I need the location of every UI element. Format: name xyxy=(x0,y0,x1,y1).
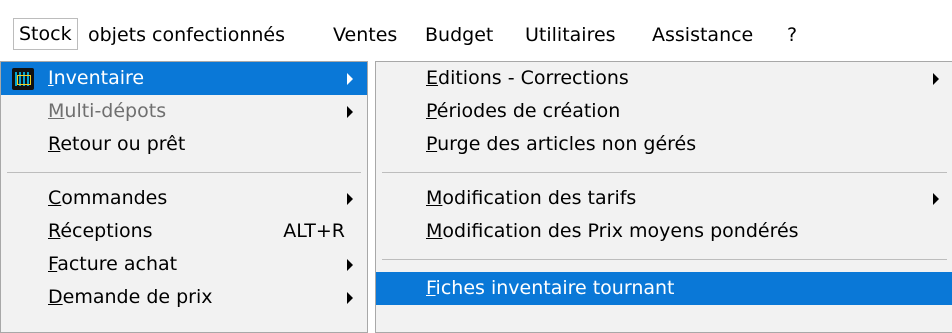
submenu-arrow-icon xyxy=(347,106,353,118)
menu-help[interactable]: ? xyxy=(787,20,797,50)
menu-item-label: Inventaire xyxy=(48,67,145,89)
menu-utilitaires[interactable]: Utilitaires xyxy=(525,20,616,50)
submenu-arrow-icon xyxy=(347,193,353,205)
menu-item-editions-corrections[interactable]: Editions - Corrections xyxy=(376,62,952,95)
submenu-arrow-icon xyxy=(347,259,353,271)
menu-item-label: Demande de prix xyxy=(48,286,213,308)
menu-item-label: Facture achat xyxy=(48,253,178,275)
inventaire-submenu: Editions - Corrections Périodes de créat… xyxy=(375,61,952,333)
menu-item-inventaire[interactable]: Inventaire xyxy=(1,62,367,95)
menu-bar: Stock objets confectionnés Ventes Budget… xyxy=(0,0,952,60)
menu-item-label: Fiches inventaire tournant xyxy=(426,277,675,299)
menu-item-label: Multi-dépots xyxy=(48,100,167,122)
menu-budget[interactable]: Budget xyxy=(425,20,493,50)
menu-item-fiches-inventaire-tournant[interactable]: Fiches inventaire tournant xyxy=(376,272,952,305)
menu-item-demande-de-prix[interactable]: Demande de prix xyxy=(1,281,367,314)
menu-stock[interactable]: Stock xyxy=(13,18,78,50)
menu-item-label: Purge des articles non gérés xyxy=(426,133,697,155)
menu-item-label: Retour ou prêt xyxy=(48,133,186,155)
submenu-arrow-icon xyxy=(933,193,939,205)
submenu-arrow-icon xyxy=(347,73,353,85)
menu-item-receptions[interactable]: Réceptions ALT+R xyxy=(1,215,367,248)
submenu-arrow-icon xyxy=(347,292,353,304)
menu-ventes[interactable]: Ventes xyxy=(333,20,397,50)
menu-item-label: Commandes xyxy=(48,187,168,209)
menu-item-purge-articles[interactable]: Purge des articles non gérés xyxy=(376,128,952,161)
shortcut-label: ALT+R xyxy=(283,220,345,242)
menu-objets-confectionnes[interactable]: objets confectionnés xyxy=(88,20,285,50)
menu-item-facture-achat[interactable]: Facture achat xyxy=(1,248,367,281)
menu-item-multi-depots[interactable]: Multi-dépots xyxy=(1,95,367,128)
menu-separator xyxy=(7,172,361,173)
menu-item-commandes[interactable]: Commandes xyxy=(1,182,367,215)
menu-assistance[interactable]: Assistance xyxy=(652,20,753,50)
stock-dropdown-menu: Inventaire Multi-dépots Retour ou prêt C… xyxy=(0,61,368,333)
menu-item-label: Editions - Corrections xyxy=(426,67,629,89)
menu-item-label: Modification des Prix moyens pondérés xyxy=(426,220,799,242)
app-icon xyxy=(12,68,34,90)
menu-item-label: Réceptions xyxy=(48,220,153,242)
menu-item-modification-tarifs[interactable]: Modification des tarifs xyxy=(376,182,952,215)
menu-item-periodes-de-creation[interactable]: Périodes de création xyxy=(376,95,952,128)
menu-item-retour-ou-pret[interactable]: Retour ou prêt xyxy=(1,128,367,161)
menu-separator xyxy=(382,259,947,260)
menu-item-modification-prix-moyens[interactable]: Modification des Prix moyens pondérés xyxy=(376,215,952,248)
menu-separator xyxy=(382,172,947,173)
menu-item-label: Modification des tarifs xyxy=(426,187,637,209)
submenu-arrow-icon xyxy=(933,73,939,85)
menu-item-label: Périodes de création xyxy=(426,100,621,122)
